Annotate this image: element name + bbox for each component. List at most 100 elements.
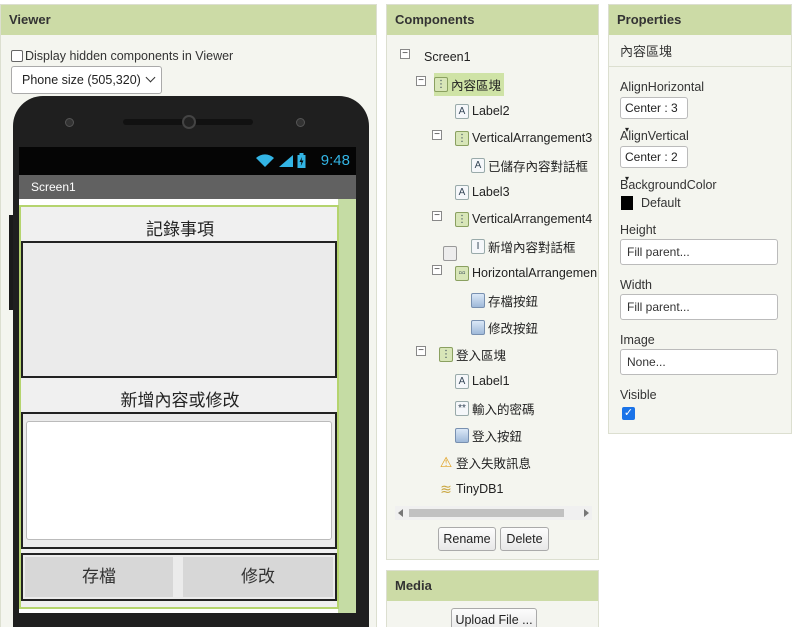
screen-icon <box>443 246 457 261</box>
tree-item-edit-button[interactable]: 修改按鈕 <box>471 317 538 337</box>
tree-item-label2[interactable]: A Label2 <box>455 101 510 121</box>
vertical-arrangement-icon: ⋮ <box>455 211 469 227</box>
screen-title-bar: Screen1 <box>19 175 356 199</box>
tree-item-label: 登入區塊 <box>456 348 507 363</box>
phone-sensor-left <box>65 118 74 127</box>
wifi-icon <box>256 154 274 167</box>
phone-sensor-right <box>296 118 305 127</box>
height-field[interactable]: Fill parent... <box>620 239 778 265</box>
tree-item-label: HorizontalArrangemen <box>472 266 598 280</box>
tree-item-label: 新增內容對話框 <box>488 240 576 255</box>
media-header: Media <box>387 571 598 601</box>
tree-item-verticalarrangement4[interactable]: ⋮ VerticalArrangement4 <box>455 209 592 229</box>
tree-item-label: 存檔按鈕 <box>488 294 539 309</box>
tree-item-screen1[interactable]: Screen1 <box>424 47 471 261</box>
vertical-arrangement-icon: ⋮ <box>439 346 453 362</box>
align-horizontal-label: AlignHorizontal <box>620 80 705 94</box>
button-arrangement[interactable]: 存檔 修改 <box>21 553 337 601</box>
tree-item-label: 輸入的密碼 <box>472 402 535 417</box>
textbox-icon: I <box>471 238 485 254</box>
collapse-toggle-icon[interactable]: − <box>432 211 442 221</box>
scrollbar-thumb[interactable] <box>409 509 564 517</box>
status-time: 9:48 <box>320 152 350 169</box>
background-color-value[interactable]: Default <box>641 196 681 210</box>
tree-item-label: 登入按鈕 <box>472 429 523 444</box>
tree-item-save-button[interactable]: 存檔按鈕 <box>471 290 538 310</box>
selected-component-name: 內容區塊 <box>609 37 791 67</box>
phone-size-select[interactable]: Phone size (505,320) <box>11 66 162 94</box>
tree-horizontal-scrollbar[interactable] <box>395 506 592 520</box>
collapse-toggle-icon[interactable]: − <box>400 49 410 59</box>
tree-item-login-button[interactable]: 登入按鈕 <box>455 425 522 445</box>
selected-highlight: ⋮ 內容區塊 <box>434 72 505 96</box>
collapse-toggle-icon[interactable]: − <box>432 265 442 275</box>
tree-item-label: 登入失敗訊息 <box>456 456 532 471</box>
phone-camera-icon <box>182 115 196 129</box>
horizontal-arrangement-icon: ▫▫ <box>455 265 469 281</box>
phone-status-bar: 9:48 <box>19 147 356 175</box>
image-label: Image <box>620 333 655 347</box>
background-color-label: BackgroundColor <box>620 178 717 192</box>
record-label[interactable]: 記錄事項 <box>23 215 337 240</box>
tree-item-content-block[interactable]: ⋮ 內容區塊 <box>434 72 505 96</box>
button-icon <box>471 292 485 308</box>
tree-item-horizontalarrangement[interactable]: ▫▫ HorizontalArrangemen <box>455 263 597 283</box>
properties-header: Properties <box>609 5 791 35</box>
background-color-swatch[interactable] <box>621 196 633 210</box>
visible-checkbox[interactable]: ✓ <box>622 407 635 420</box>
signal-icon <box>279 155 293 167</box>
chevron-down-icon <box>145 72 156 83</box>
label-icon: A <box>471 157 485 173</box>
width-field[interactable]: Fill parent... <box>620 294 778 320</box>
display-hidden-checkbox-row[interactable]: Display hidden components in Viewer <box>11 49 233 63</box>
phone-size-value: Phone size (505,320) <box>22 73 141 87</box>
collapse-toggle-icon[interactable]: − <box>416 76 426 86</box>
tree-item-label1[interactable]: A Label1 <box>455 371 510 391</box>
tree-item-label: VerticalArrangement4 <box>472 212 593 226</box>
tree-item-password-input[interactable]: ** 輸入的密碼 <box>455 398 535 418</box>
tree-item-tinydb1[interactable]: ≋ TinyDB1 <box>439 479 503 499</box>
vertical-arrangement-icon: ⋮ <box>434 76 448 92</box>
delete-button[interactable]: Delete <box>500 527 549 551</box>
new-content-arrangement[interactable] <box>21 412 337 549</box>
content-arrangement[interactable]: 記錄事項 新增內容或修改 存檔 修改 <box>19 205 339 609</box>
media-panel: Media Upload File ... <box>386 570 599 627</box>
tree-item-label: 內容區塊 <box>451 78 502 93</box>
vertical-arrangement-icon: ⋮ <box>455 130 469 146</box>
image-field[interactable]: None... <box>620 349 778 375</box>
scroll-left-icon[interactable] <box>398 509 403 517</box>
phone-screen: 記錄事項 新增內容或修改 存檔 修改 <box>19 199 356 613</box>
tree-item-label: Label3 <box>472 185 510 199</box>
collapse-toggle-icon[interactable]: − <box>432 130 442 140</box>
display-hidden-checkbox[interactable] <box>11 50 23 62</box>
align-vertical-select[interactable]: Center : 2 ▾ <box>620 146 688 183</box>
scroll-right-icon[interactable] <box>584 509 589 517</box>
saved-content-arrangement[interactable] <box>21 241 337 378</box>
components-panel: Components − Screen1 − ⋮ 內容區塊 A Label2 −… <box>386 4 599 560</box>
rename-button[interactable]: Rename <box>438 527 496 551</box>
add-label[interactable]: 新增內容或修改 <box>23 386 337 411</box>
align-horizontal-value: Center : 3 <box>625 101 678 115</box>
button-icon <box>455 427 469 443</box>
label-icon: A <box>455 373 469 389</box>
tree-item-saved-content-dialog[interactable]: A 已儲存內容對話框 <box>471 155 588 175</box>
tree-item-label: VerticalArrangement3 <box>472 131 593 145</box>
new-content-textbox[interactable] <box>26 421 332 540</box>
label-icon: A <box>455 184 469 200</box>
tree-item-login-fail-notifier[interactable]: ⚠ 登入失敗訊息 <box>439 452 531 472</box>
upload-file-button[interactable]: Upload File ... <box>451 608 537 627</box>
collapse-toggle-icon[interactable]: − <box>416 346 426 356</box>
save-button[interactable]: 存檔 <box>25 557 173 597</box>
tree-item-login-block[interactable]: ⋮ 登入區塊 <box>439 344 506 364</box>
tree-item-new-content-dialog[interactable]: I 新增內容對話框 <box>471 236 576 256</box>
database-icon: ≋ <box>440 480 452 497</box>
align-horizontal-select[interactable]: Center : 3 ▾ <box>620 97 688 134</box>
properties-panel: Properties 內容區塊 AlignHorizontal Center :… <box>608 4 792 434</box>
screen-scroll-strip <box>338 199 356 613</box>
tree-item-label3[interactable]: A Label3 <box>455 182 510 202</box>
notifier-icon: ⚠ <box>439 453 453 470</box>
edit-button[interactable]: 修改 <box>183 557 333 597</box>
tree-item-verticalarrangement3[interactable]: ⋮ VerticalArrangement3 <box>455 128 592 148</box>
button-icon <box>471 319 485 335</box>
components-header: Components <box>387 5 598 35</box>
